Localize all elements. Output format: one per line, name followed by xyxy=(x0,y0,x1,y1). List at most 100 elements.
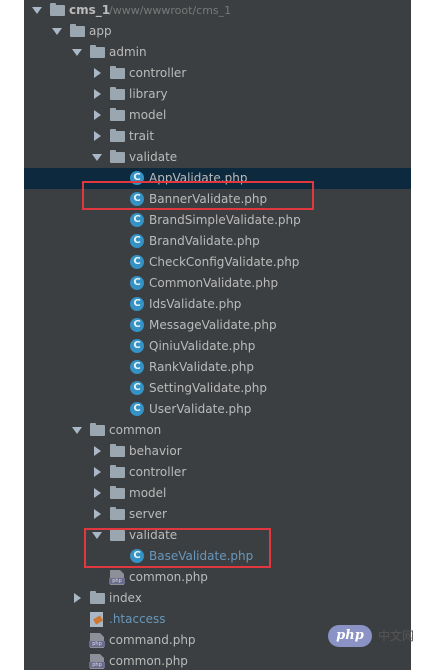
tree-folder-row[interactable]: app xyxy=(24,21,411,42)
folder-icon xyxy=(110,465,125,478)
tree-folder-row[interactable]: server xyxy=(24,504,411,525)
tree-item-label: IdsValidate.php xyxy=(149,297,242,311)
tree-folder-row[interactable]: behavior xyxy=(24,441,411,462)
tree-folder-row[interactable]: admin xyxy=(24,42,411,63)
php-file-icon: php xyxy=(89,633,105,648)
tree-folder-row[interactable]: trait xyxy=(24,126,411,147)
folder-icon xyxy=(90,591,105,604)
tree-item-label: .htaccess xyxy=(109,612,166,626)
highlight-box-banner-validate xyxy=(82,181,314,210)
tree-folder-row[interactable]: index xyxy=(24,588,411,609)
folder-icon xyxy=(110,444,125,457)
php-class-icon: C xyxy=(130,255,144,269)
tree-item-label: controller xyxy=(129,465,187,479)
folder-icon xyxy=(50,3,65,16)
watermark-badge: php xyxy=(328,625,372,647)
tree-folder-row[interactable]: library xyxy=(24,84,411,105)
chevron-right-icon[interactable] xyxy=(94,446,101,456)
tree-item-label: model xyxy=(129,486,167,500)
tree-folder-row[interactable]: model xyxy=(24,105,411,126)
chevron-right-icon[interactable] xyxy=(94,131,101,141)
php-file-icon: php xyxy=(109,570,125,585)
chevron-right-icon[interactable] xyxy=(94,110,101,120)
folder-icon xyxy=(110,87,125,100)
php-class-icon: C xyxy=(130,402,144,416)
chevron-right-icon[interactable] xyxy=(94,509,101,519)
folder-icon xyxy=(110,108,125,121)
folder-icon xyxy=(110,507,125,520)
tree-file-row[interactable]: C CheckConfigValidate.php xyxy=(24,252,411,273)
php-class-icon: C xyxy=(130,234,144,248)
chevron-right-icon[interactable] xyxy=(94,488,101,498)
tree-file-row[interactable]: C UserValidate.php xyxy=(24,399,411,420)
tree-item-label: RankValidate.php xyxy=(149,360,254,374)
tree-item-label: library xyxy=(129,87,168,101)
tree-item-label: CheckConfigValidate.php xyxy=(149,255,300,269)
chevron-right-icon[interactable] xyxy=(94,89,101,99)
php-class-icon: C xyxy=(130,381,144,395)
chevron-right-icon[interactable] xyxy=(94,68,101,78)
tree-item-label: SettingValidate.php xyxy=(149,381,267,395)
php-file-tag: php xyxy=(89,662,105,668)
tree-item-label: common.php xyxy=(129,570,208,584)
chevron-right-icon[interactable] xyxy=(94,467,101,477)
php-file-tag: php xyxy=(109,578,125,584)
tree-file-row[interactable]: C CommonValidate.php xyxy=(24,273,411,294)
chevron-right-icon[interactable] xyxy=(74,593,81,603)
chevron-down-icon[interactable] xyxy=(72,427,82,434)
project-tree-panel: cms_1 /www/wwwroot/cms_1 app admin control… xyxy=(24,0,411,670)
chevron-down-icon[interactable] xyxy=(92,154,102,161)
tree-folder-row[interactable]: validate xyxy=(24,147,411,168)
folder-icon xyxy=(110,150,125,163)
tree-file-row[interactable]: C RankValidate.php xyxy=(24,357,411,378)
php-class-icon: C xyxy=(130,339,144,353)
watermark-text: 中文网 xyxy=(378,629,415,643)
tree-item-label: BrandValidate.php xyxy=(149,234,260,248)
tree-item-label: command.php xyxy=(109,633,196,647)
tree-item-label: UserValidate.php xyxy=(149,402,252,416)
chevron-down-icon[interactable] xyxy=(72,49,82,56)
tree-item-label: controller xyxy=(129,66,187,80)
php-class-icon: C xyxy=(130,297,144,311)
tree-item-label: trait xyxy=(129,129,155,143)
tree-folder-row[interactable]: controller xyxy=(24,462,411,483)
tree-file-row[interactable]: php common.php xyxy=(24,651,411,670)
highlight-box-common-validate xyxy=(84,528,271,568)
folder-icon xyxy=(110,486,125,499)
tree-item-label: common.php xyxy=(109,654,188,668)
tree-item-label: behavior xyxy=(129,444,182,458)
tree-file-row[interactable]: C MessageValidate.php xyxy=(24,315,411,336)
tree-file-row[interactable]: C BrandSimpleValidate.php xyxy=(24,210,411,231)
tree-item-label: model xyxy=(129,108,167,122)
tree-file-row[interactable]: C BrandValidate.php xyxy=(24,231,411,252)
php-class-icon: C xyxy=(130,213,144,227)
tree-file-row[interactable]: C SettingValidate.php xyxy=(24,378,411,399)
tree-row-project-root[interactable]: cms_1 /www/wwwroot/cms_1 xyxy=(24,0,411,21)
folder-icon xyxy=(110,66,125,79)
tree-file-row[interactable]: C IdsValidate.php xyxy=(24,294,411,315)
php-class-icon: C xyxy=(130,318,144,332)
chevron-down-icon[interactable] xyxy=(52,28,62,35)
folder-icon xyxy=(90,423,105,436)
tree-file-row[interactable]: C QiniuValidate.php xyxy=(24,336,411,357)
tree-item-label: index xyxy=(109,591,142,605)
tree-folder-row[interactable]: common xyxy=(24,420,411,441)
php-file-tag: php xyxy=(89,641,105,647)
tree-item-label: app xyxy=(89,24,112,38)
tree-item-label: MessageValidate.php xyxy=(149,318,277,332)
tree-folder-row[interactable]: model xyxy=(24,483,411,504)
tree-item-label: common xyxy=(109,423,162,437)
tree-file-row[interactable]: php common.php xyxy=(24,567,411,588)
tree-item-label: validate xyxy=(129,150,178,164)
chevron-down-icon[interactable] xyxy=(32,7,42,14)
project-name: cms_1 xyxy=(69,3,111,17)
php-class-icon: C xyxy=(130,360,144,374)
tree-item-label: admin xyxy=(109,45,147,59)
folder-icon xyxy=(70,24,85,37)
project-path: /www/wwwroot/cms_1 xyxy=(109,4,232,17)
config-file-icon xyxy=(90,612,103,627)
tree-item-label: server xyxy=(129,507,167,521)
tree-item-label: QiniuValidate.php xyxy=(149,339,256,353)
tree-folder-row[interactable]: controller xyxy=(24,63,411,84)
folder-icon xyxy=(90,45,105,58)
